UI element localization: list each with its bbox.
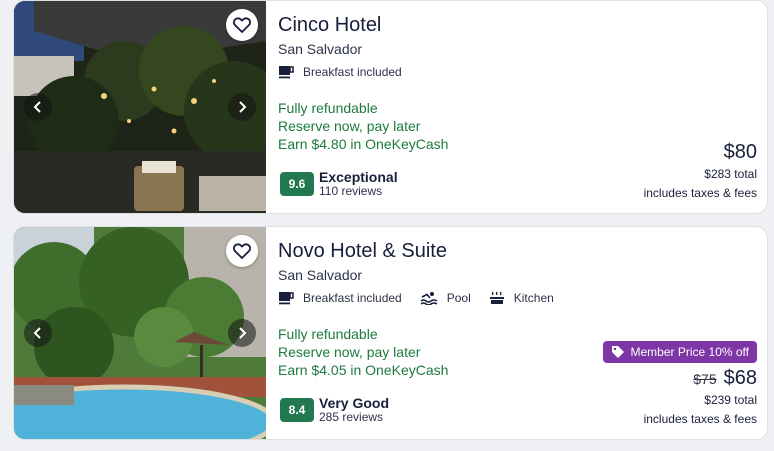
guest-rating: 8.4 Very Good 285 reviews xyxy=(280,395,389,425)
heart-icon xyxy=(233,243,251,259)
chevron-left-icon xyxy=(33,101,41,113)
refundable-text: Fully refundable xyxy=(278,326,378,342)
total-price: $239 total xyxy=(704,393,757,407)
amenity-label: Breakfast included xyxy=(303,65,402,79)
kitchen-icon xyxy=(489,291,504,304)
pay-later-text: Reserve now, pay later xyxy=(278,118,421,134)
hotel-city: San Salvador xyxy=(278,41,363,57)
review-count: 285 reviews xyxy=(319,410,384,425)
member-price-badge: Member Price 10% off xyxy=(602,341,757,363)
previous-photo-button[interactable] xyxy=(24,319,52,347)
review-count: 110 reviews xyxy=(319,184,383,199)
taxes-note: includes taxes & fees xyxy=(643,412,757,426)
rating-label: Very Good xyxy=(319,395,390,411)
rating-score: 8.4 xyxy=(280,397,314,422)
pay-later-text: Reserve now, pay later xyxy=(278,344,421,360)
hotel-city: San Salvador xyxy=(278,267,363,283)
coffee-icon xyxy=(279,292,294,305)
chevron-left-icon xyxy=(33,327,41,339)
next-photo-button[interactable] xyxy=(228,93,256,121)
previous-photo-button[interactable] xyxy=(24,93,52,121)
price-block: $80 $283 total includes taxes & fees xyxy=(644,141,757,200)
pool-icon xyxy=(420,292,438,305)
nightly-price: $80 xyxy=(723,141,757,163)
hotel-info: Cinco Hotel San Salvador Breakfast inclu… xyxy=(278,1,767,213)
amenity-label: Breakfast included xyxy=(303,291,402,305)
hotel-name[interactable]: Novo Hotel & Suite xyxy=(278,240,447,263)
amenity-pool: Pool xyxy=(420,291,471,305)
rating-label: Exceptional xyxy=(319,169,398,185)
amenity-breakfast: Breakfast included xyxy=(278,65,402,79)
rating-score: 9.6 xyxy=(280,171,314,196)
next-photo-button[interactable] xyxy=(228,319,256,347)
amenity-label: Pool xyxy=(446,291,471,305)
heart-icon xyxy=(233,17,251,33)
amenity-kitchen: Kitchen xyxy=(489,291,554,305)
price-block: $75 $68 $239 total includes taxes & fees xyxy=(644,367,757,426)
chevron-right-icon xyxy=(239,101,247,113)
chevron-right-icon xyxy=(239,327,247,339)
hotel-photo[interactable] xyxy=(14,1,266,213)
favorite-button[interactable] xyxy=(226,235,258,267)
amenity-label: Kitchen xyxy=(513,291,554,305)
coffee-icon xyxy=(279,66,294,79)
tag-icon xyxy=(611,346,624,358)
onekeycash-text: Earn $4.05 in OneKeyCash xyxy=(278,362,449,378)
guest-rating: 9.6 Exceptional 110 reviews xyxy=(280,169,398,199)
onekeycash-text: Earn $4.80 in OneKeyCash xyxy=(278,136,449,152)
hotel-name[interactable]: Cinco Hotel xyxy=(278,14,381,37)
amenities-list: Breakfast included Pool Kitchen xyxy=(278,291,572,305)
hotel-photo[interactable] xyxy=(14,227,266,439)
hotel-info: Novo Hotel & Suite San Salvador Breakfas… xyxy=(278,227,767,439)
favorite-button[interactable] xyxy=(226,9,258,41)
hotel-card[interactable]: Cinco Hotel San Salvador Breakfast inclu… xyxy=(13,0,768,214)
original-price: $75 xyxy=(693,371,717,387)
hotel-card[interactable]: Novo Hotel & Suite San Salvador Breakfas… xyxy=(13,226,768,440)
member-price-label: Member Price 10% off xyxy=(630,345,750,359)
amenity-breakfast: Breakfast included xyxy=(278,291,402,305)
refundable-text: Fully refundable xyxy=(278,100,378,116)
total-price: $283 total xyxy=(704,167,757,181)
taxes-note: includes taxes & fees xyxy=(643,186,757,200)
nightly-price: $68 xyxy=(723,367,757,389)
amenities-list: Breakfast included xyxy=(278,65,420,79)
